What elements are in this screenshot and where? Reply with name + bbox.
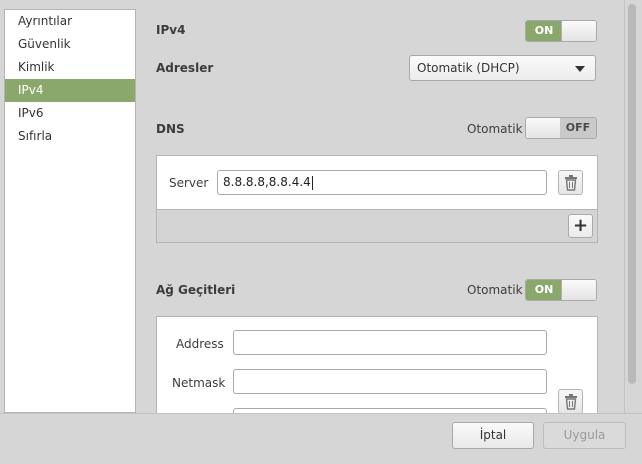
dns-server-input[interactable]: 8.8.8.8,8.8.4.4 [217,170,547,195]
gateways-auto-switch[interactable]: ON [525,279,597,301]
chevron-down-icon [575,66,585,72]
add-dns-server-button[interactable]: + [568,214,593,238]
switch-knob [526,118,562,138]
network-settings-window: Ayrıntılar Güvenlik Kimlik IPv4 IPv6 Sıf… [0,0,642,464]
ipv4-settings-panel: IPv4 ON Adresler Otomatik (DHCP) DNS Oto… [143,0,623,415]
gateways-title: Ağ Geçitleri [156,283,236,297]
scrollbar-thumb[interactable] [628,4,636,384]
routes-panel: Address Netmask [156,316,598,415]
sidebar-item-identity[interactable]: Kimlik [5,56,135,79]
address-method-dropdown[interactable]: Otomatik (DHCP) [409,55,596,81]
dns-delete-button[interactable] [558,170,583,195]
sidebar-item-ipv6[interactable]: IPv6 [5,102,135,125]
apply-button[interactable]: Uygula [543,422,626,449]
ipv4-enable-switch[interactable]: ON [525,20,597,42]
switch-knob [561,21,596,41]
switch-knob [561,280,596,300]
text-caret [311,175,313,190]
dns-auto-label: Otomatik [467,122,523,136]
dns-server-label: Server [169,176,209,190]
sidebar-item-security[interactable]: Güvenlik [5,33,135,56]
dns-servers-panel: Server 8.8.8.8,8.8.4.4 + [156,155,598,243]
sidebar-item-reset[interactable]: Sıfırla [5,125,135,148]
addresses-label: Adresler [156,61,214,75]
dns-auto-switch[interactable]: OFF [525,117,597,139]
dns-panel-footer: + [157,209,597,242]
gateways-auto-label: Otomatik [467,283,523,297]
netmask-input[interactable] [233,369,547,394]
route-delete-button[interactable] [558,389,583,414]
trash-icon [565,175,577,191]
cancel-button[interactable]: İptal [452,422,534,449]
plus-icon: + [572,215,589,236]
dns-title: DNS [156,122,185,136]
address-method-value: Otomatik (DHCP) [417,61,520,75]
dns-server-value: 8.8.8.8,8.8.4.4 [223,175,311,189]
netmask-label: Netmask [172,376,226,390]
ipv4-title: IPv4 [156,23,186,37]
settings-sidebar: Ayrıntılar Güvenlik Kimlik IPv4 IPv6 Sıf… [4,9,136,413]
switch-off-label: OFF [560,118,596,138]
sidebar-item-details[interactable]: Ayrıntılar [5,10,135,33]
address-label: Address [176,337,224,351]
switch-on-label: ON [526,280,562,300]
content-scrollbar[interactable] [624,0,638,413]
trash-icon [565,394,577,410]
address-input[interactable] [233,330,547,355]
switch-on-label: ON [526,21,562,41]
dialog-button-bar: İptal Uygula [0,413,642,464]
sidebar-item-ipv4[interactable]: IPv4 [5,79,135,102]
